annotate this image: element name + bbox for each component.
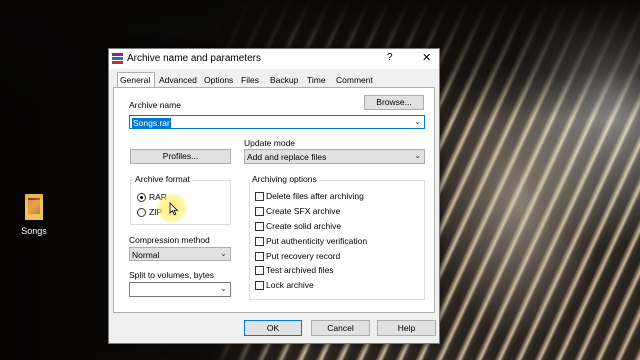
radio-zip[interactable] (137, 208, 146, 217)
tab-comment[interactable]: Comment (334, 74, 375, 87)
compression-method-value: Normal (132, 250, 160, 260)
dialog-title: Archive name and parameters (127, 53, 261, 64)
split-volumes-combo[interactable]: ⌄ (129, 282, 231, 297)
checkbox-recovery-record[interactable] (255, 252, 264, 261)
checkbox-label[interactable]: Put authenticity verification (266, 236, 367, 246)
checkbox-test-files[interactable] (255, 266, 264, 275)
desktop-icon-songs[interactable]: Songs (14, 192, 54, 236)
desktop-icon-label: Songs (21, 226, 47, 236)
title-bar[interactable]: Archive name and parameters ? ✕ (109, 49, 439, 69)
radio-rar[interactable] (137, 193, 146, 202)
checkbox-delete-files[interactable] (255, 192, 264, 201)
update-mode-select[interactable]: Add and replace files ⌄ (244, 149, 425, 164)
checkbox-label[interactable]: Create SFX archive (266, 206, 340, 216)
archive-name-combo[interactable]: Songs.rar ⌄ (129, 115, 425, 129)
close-icon[interactable]: ✕ (422, 51, 431, 64)
archive-name-value: Songs.rar (132, 118, 171, 128)
checkbox-label[interactable]: Lock archive (266, 280, 314, 290)
tab-files[interactable]: Files (239, 74, 261, 87)
chevron-down-icon: ⌄ (414, 117, 421, 126)
tab-backup[interactable]: Backup (268, 74, 300, 87)
tab-general[interactable]: General (117, 72, 155, 88)
chevron-down-icon: ⌄ (220, 284, 227, 293)
archive-name-label: Archive name (129, 100, 181, 110)
checkbox-create-solid[interactable] (255, 222, 264, 231)
split-volumes-label: Split to volumes, bytes (129, 270, 215, 280)
folder-icon (23, 192, 45, 222)
browse-button[interactable]: Browse... (364, 95, 424, 110)
compression-method-select[interactable]: Normal ⌄ (129, 247, 231, 261)
cancel-button[interactable]: Cancel (311, 320, 370, 336)
checkbox-create-sfx[interactable] (255, 207, 264, 216)
checkbox-lock-archive[interactable] (255, 281, 264, 290)
archive-format-title: Archive format (133, 174, 192, 184)
help-button[interactable]: Help (377, 320, 436, 336)
archive-dialog: Archive name and parameters ? ✕ General … (108, 48, 440, 344)
winrar-icon (112, 53, 123, 64)
tab-advanced[interactable]: Advanced (157, 74, 199, 87)
chevron-down-icon: ⌄ (220, 249, 227, 258)
tab-options[interactable]: Options (202, 74, 235, 87)
checkbox-label[interactable]: Delete files after archiving (266, 191, 364, 201)
checkbox-label[interactable]: Test archived files (266, 265, 334, 275)
mouse-pointer-icon (169, 202, 179, 216)
tab-time[interactable]: Time (305, 74, 328, 87)
profiles-button[interactable]: Profiles... (130, 149, 231, 164)
compression-method-label: Compression method (129, 235, 210, 245)
chevron-down-icon: ⌄ (414, 151, 421, 160)
checkbox-label[interactable]: Create solid archive (266, 221, 341, 231)
archiving-options-title: Archiving options (250, 174, 319, 184)
checkbox-label[interactable]: Put recovery record (266, 251, 340, 261)
ok-button[interactable]: OK (244, 320, 302, 336)
checkbox-authenticity[interactable] (255, 237, 264, 246)
help-title-button[interactable]: ? (387, 52, 393, 63)
update-mode-label: Update mode (244, 138, 296, 148)
update-mode-value: Add and replace files (247, 152, 327, 162)
